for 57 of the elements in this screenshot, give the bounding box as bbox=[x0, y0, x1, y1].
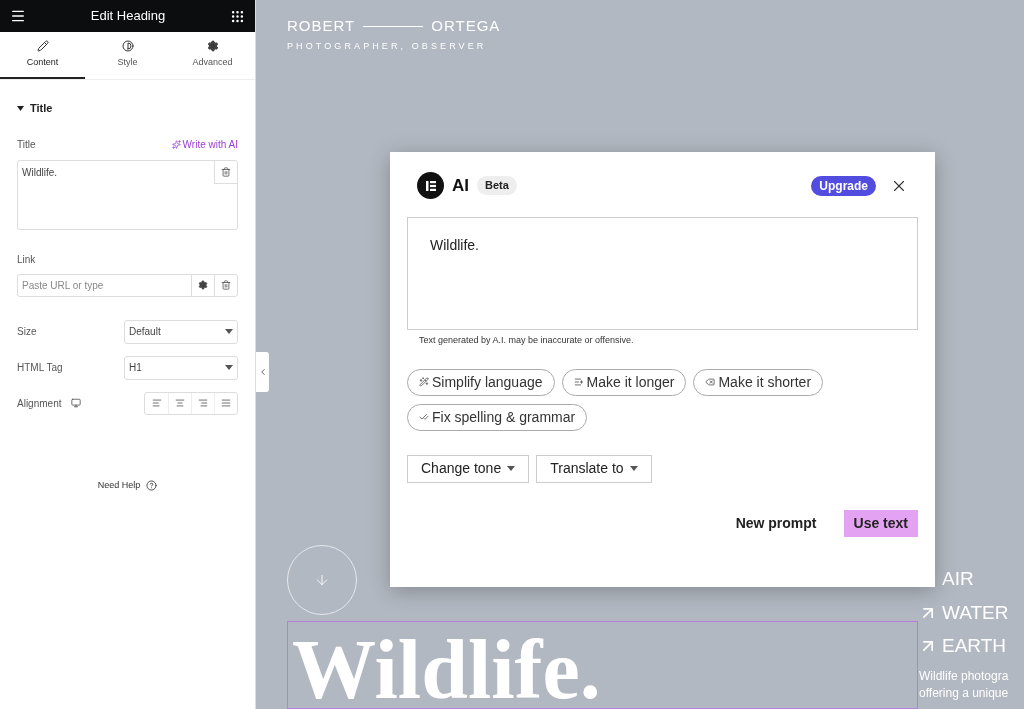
align-icon bbox=[198, 398, 208, 408]
use-text-button[interactable]: Use text bbox=[843, 509, 918, 537]
disclaimer-text: Text generated by A.I. may be inaccurate or offensive. bbox=[419, 334, 635, 347]
caret-icon bbox=[225, 329, 233, 334]
grid-icon[interactable] bbox=[230, 8, 245, 24]
new-prompt-button[interactable]: New prompt bbox=[725, 509, 827, 537]
tagline: PHOTOGRAPHER, OBSERVER bbox=[287, 39, 488, 53]
collapse-handle[interactable] bbox=[256, 352, 269, 392]
dialog-title: AI bbox=[452, 174, 469, 197]
select-field[interactable]: H1 bbox=[124, 355, 238, 380]
align-icon bbox=[151, 398, 162, 408]
align-icon bbox=[175, 398, 185, 408]
url-input[interactable]: Paste URL or type bbox=[18, 274, 191, 296]
contrast-icon bbox=[121, 39, 134, 52]
action-icon bbox=[573, 377, 584, 387]
menu-icon[interactable] bbox=[10, 8, 26, 24]
trash-icon bbox=[221, 280, 231, 290]
dropdown-button[interactable]: Translate to bbox=[536, 454, 652, 483]
field-label: HTML Tag bbox=[17, 361, 63, 375]
caret-icon bbox=[225, 365, 233, 370]
upgrade-button[interactable]: Upgrade bbox=[811, 175, 876, 196]
settings-icon bbox=[198, 280, 208, 290]
result-textarea[interactable]: Wildlife. bbox=[407, 217, 918, 330]
field-label: Link bbox=[17, 252, 37, 267]
intro-paragraph: Wildlife photogra offering a unique bbox=[919, 668, 1009, 702]
action-icon bbox=[705, 377, 716, 387]
select-field[interactable]: Default bbox=[124, 319, 238, 344]
brand-name: ROBERT bbox=[287, 16, 356, 36]
brand-name: ORTEGA bbox=[431, 16, 501, 36]
settings-icon bbox=[206, 39, 219, 52]
trash-button[interactable] bbox=[214, 160, 237, 184]
trash-icon bbox=[221, 166, 231, 177]
caret-icon bbox=[507, 466, 516, 471]
write-with-ai-link[interactable]: Write with AI bbox=[171, 136, 238, 152]
section-toggle[interactable]: Title bbox=[17, 100, 238, 117]
panel-tab[interactable]: Style bbox=[85, 32, 170, 79]
help-icon[interactable] bbox=[146, 479, 158, 491]
caret-icon bbox=[17, 105, 24, 111]
action-icon bbox=[419, 412, 429, 422]
panel-tab[interactable]: Content bbox=[0, 32, 85, 79]
panel-title: Edit Heading bbox=[90, 7, 166, 26]
beta-badge: Beta bbox=[477, 176, 517, 195]
action-icon bbox=[419, 377, 429, 387]
field-label: Title bbox=[17, 137, 36, 152]
field-label: Size bbox=[17, 325, 37, 339]
dropdown-button[interactable]: Change tone bbox=[407, 454, 530, 483]
field-label: Alignment bbox=[17, 396, 62, 411]
caret-icon bbox=[629, 466, 638, 471]
pencil-icon bbox=[36, 39, 49, 52]
sparkle-icon bbox=[171, 139, 181, 149]
title-textarea[interactable]: Wildlife. bbox=[17, 159, 238, 230]
panel-tab[interactable]: Advanced bbox=[170, 32, 255, 79]
need-help-link[interactable]: Need Help bbox=[97, 478, 141, 492]
logo-icon bbox=[417, 172, 444, 199]
align-icon bbox=[221, 398, 231, 408]
monitor-icon[interactable] bbox=[71, 398, 82, 408]
url-field[interactable]: Paste URL or type bbox=[17, 273, 238, 297]
